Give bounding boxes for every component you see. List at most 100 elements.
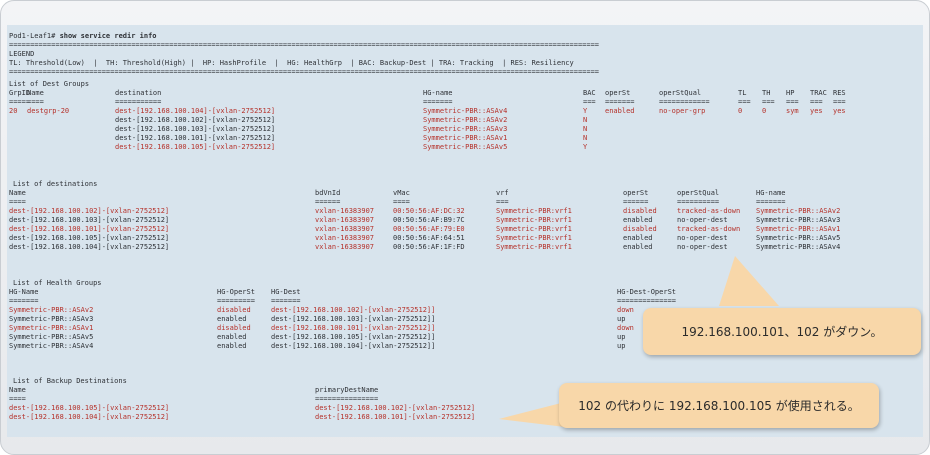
callout-down-text: 192.168.100.101、102 がダウン。 (681, 325, 883, 339)
health-groups-header: HG-Dest-OperSt (617, 288, 677, 296)
destinations-cell-hg: Symmetric-PBR::ASAv4 (756, 243, 841, 251)
dest-group-operst: enabled (605, 107, 635, 115)
destinations-cell-qual: tracked-as-down (677, 207, 741, 215)
destinations-underline: ==== (9, 198, 26, 206)
destinations-header: vMac (393, 189, 410, 197)
health-groups-cell-name: Symmetric-PBR::ASAv4 (9, 342, 94, 350)
health-groups-cell-dest: dest-[192.168.100.103]-[vxlan-2752512]] (271, 315, 436, 323)
health-groups-cell-operst: enabled (217, 333, 247, 341)
dest-groups-header: Name (27, 89, 44, 97)
separator-line: ========================================… (9, 41, 600, 49)
health-groups-header: HG-Dest (271, 288, 301, 296)
destinations-header: Name (9, 189, 26, 197)
backup-destinations-title: List of Backup Destinations (13, 377, 127, 385)
dest-groups-underline: === (810, 98, 823, 106)
health-groups-cell-dest: dest-[192.168.100.104]-[vxlan-2752512]] (271, 342, 436, 350)
destinations-cell-hg: Symmetric-PBR::ASAv2 (756, 207, 841, 215)
backup-underline: =============== (315, 395, 379, 403)
command-line: Pod1-Leaf1# show service redir info (9, 32, 157, 41)
cli-prompt: Pod1-Leaf1# (9, 32, 56, 40)
dest-groups-header: TH (762, 89, 771, 97)
dest-groups-underline: ======= (423, 98, 453, 106)
destinations-cell-qual: no-oper-dest (677, 243, 728, 251)
destinations-underline: ========== (677, 198, 720, 206)
health-groups-header: HG-OperSt (217, 288, 255, 296)
dest-groups-header: RES (833, 89, 846, 97)
dest-groups-underline: === (738, 98, 751, 106)
destinations-cell-hg: Symmetric-PBR::ASAv3 (756, 216, 841, 224)
health-groups-header: HG-Name (9, 288, 39, 296)
destinations-underline: ======= (756, 198, 786, 206)
dest-group-hg-name: Symmetric-PBR::ASAv4 (423, 107, 508, 115)
destinations-cell-qual: tracked-as-down (677, 225, 741, 233)
dest-groups-header: HP (786, 89, 795, 97)
destinations-cell-name: dest-[192.168.100.103]-[vxlan-2752512] (9, 216, 170, 224)
legend-title: LEGEND (9, 50, 35, 58)
dest-group-bac: N (583, 125, 588, 133)
dest-group-hg-name: Symmetric-PBR::ASAv1 (423, 134, 508, 142)
destinations-cell-qual: no-oper-dest (677, 234, 728, 242)
dest-groups-underline: ======= (605, 98, 635, 106)
destinations-header: vrf (496, 189, 509, 197)
health-groups-cell-destop: up (617, 315, 626, 323)
dest-group-trac: yes (810, 107, 823, 115)
destinations-cell-name: dest-[192.168.100.101]-[vxlan-2752512] (9, 225, 170, 233)
cli-command: show service redir info (59, 32, 157, 40)
callout-backup: 102 の代わりに 192.168.100.105 が使用される。 (559, 383, 879, 428)
dest-group-bac: Y (583, 107, 588, 115)
destinations-cell-bd: vxlan-16383907 (315, 207, 375, 215)
callout-arrow-backup (499, 402, 565, 427)
dest-group-destination: dest-[192.168.100.104]-[vxlan-2752512] (115, 107, 276, 115)
dest-groups-header: TL (738, 89, 747, 97)
health-groups-cell-name: Symmetric-PBR::ASAv5 (9, 333, 94, 341)
destinations-cell-vmac: 00:50:56:AF:B9:7C (393, 216, 465, 224)
destinations-cell-bd: vxlan-16383907 (315, 216, 375, 224)
health-groups-cell-name: Symmetric-PBR::ASAv1 (9, 324, 94, 332)
destinations-header: HG-name (756, 189, 786, 197)
dest-group-hg-name: Symmetric-PBR::ASAv2 (423, 116, 508, 124)
health-groups-title: List of Health Groups (13, 279, 102, 287)
destinations-underline: ====== (315, 198, 341, 206)
health-groups-underline: ============== (617, 297, 677, 305)
dest-group-destination: dest-[192.168.100.101]-[vxlan-2752512] (115, 134, 276, 142)
dest-groups-underline: === (833, 98, 846, 106)
destinations-header: operSt (623, 189, 649, 197)
dest-group-tl: 0 (738, 107, 743, 115)
dest-group-hp: sym (786, 107, 799, 115)
backup-underline: ==== (9, 395, 26, 403)
backup-cell-name: dest-[192.168.100.104]-[vxlan-2752512] (9, 413, 170, 421)
dest-group-hg-name: Symmetric-PBR::ASAv5 (423, 143, 508, 151)
destinations-cell-vrf: Symmetric-PBR:vrf1 (496, 225, 572, 233)
callout-backup-text: 102 の代わりに 192.168.100.105 が使用される。 (578, 399, 860, 413)
destinations-cell-bd: vxlan-16383907 (315, 225, 375, 233)
dest-group-hg-name: Symmetric-PBR::ASAv3 (423, 125, 508, 133)
destinations-underline: === (496, 198, 509, 206)
dest-groups-header: operSt (605, 89, 631, 97)
dest-groups-underline: =========== (115, 98, 162, 106)
health-groups-cell-destop: up (617, 342, 626, 350)
dest-group-bac: N (583, 116, 588, 124)
dest-group-destination: dest-[192.168.100.105]-[vxlan-2752512] (115, 143, 276, 151)
destinations-cell-vrf: Symmetric-PBR:vrf1 (496, 234, 572, 242)
destinations-cell-vmac: 00:50:56:AF:64:51 (393, 234, 465, 242)
dest-groups-underline: ============ (659, 98, 710, 106)
dest-group-destination: dest-[192.168.100.102]-[vxlan-2752512] (115, 116, 276, 124)
dest-groups-header: HG-name (423, 89, 453, 97)
dest-groups-header: TRAC (810, 89, 827, 97)
health-groups-cell-destop: down (617, 324, 634, 332)
health-groups-cell-name: Symmetric-PBR::ASAv3 (9, 315, 94, 323)
destinations-cell-hg: Symmetric-PBR::ASAv1 (756, 225, 841, 233)
destinations-cell-bd: vxlan-16383907 (315, 243, 375, 251)
health-groups-underline: ========= (217, 297, 255, 305)
dest-group-id: 20 (9, 107, 18, 115)
dest-groups-header: operStQual (659, 89, 702, 97)
callout-down: 192.168.100.101、102 がダウン。 (643, 308, 921, 355)
health-groups-cell-operst: enabled (217, 315, 247, 323)
health-groups-cell-destop: down (617, 306, 634, 314)
destinations-cell-name: dest-[192.168.100.102]-[vxlan-2752512] (9, 207, 170, 215)
backup-cell-name: dest-[192.168.100.105]-[vxlan-2752512] (9, 404, 170, 412)
destinations-cell-name: dest-[192.168.100.104]-[vxlan-2752512] (9, 243, 170, 251)
health-groups-cell-dest: dest-[192.168.100.105]-[vxlan-2752512]] (271, 333, 436, 341)
destinations-cell-name: dest-[192.168.100.105]-[vxlan-2752512] (9, 234, 170, 242)
health-groups-cell-dest: dest-[192.168.100.101]-[vxlan-2752512]] (271, 324, 436, 332)
